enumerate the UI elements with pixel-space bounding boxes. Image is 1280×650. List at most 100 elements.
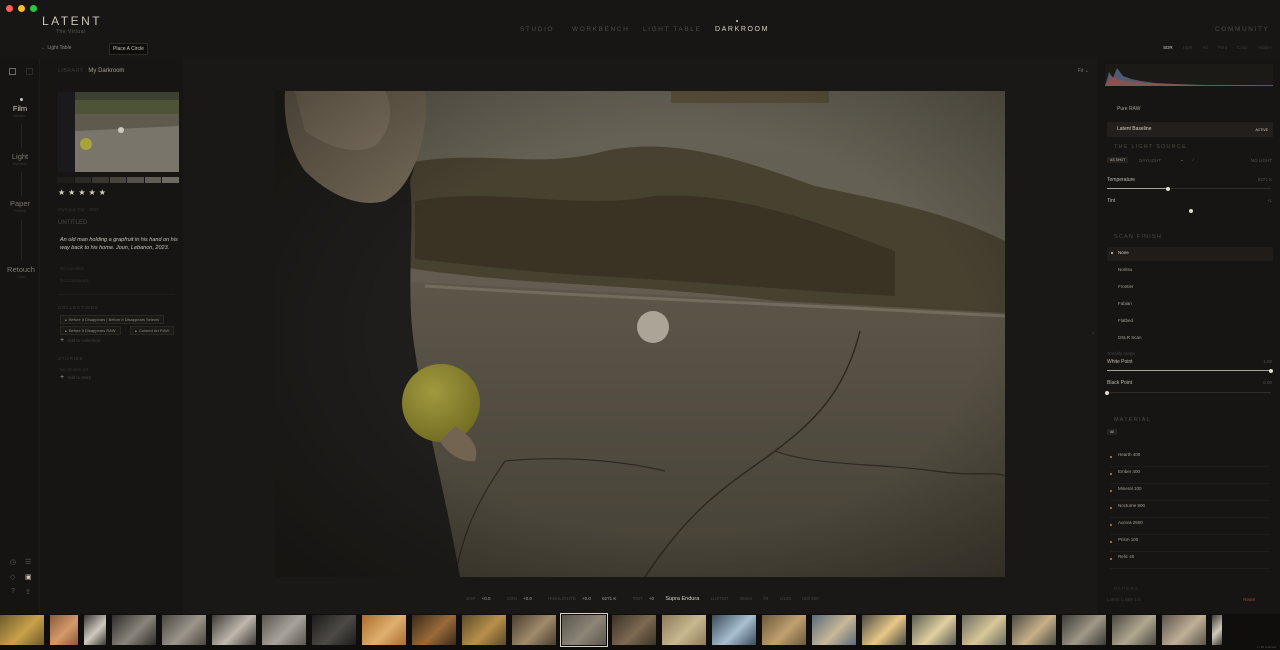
tab-light-table[interactable]: LIGHT TABLE [643,26,701,33]
tint-slider[interactable] [1107,208,1271,213]
filmstrip-thumbnail[interactable] [1162,615,1206,645]
photo-caption[interactable]: An old man holding a grapfruit in his ha… [60,236,180,252]
chevron-down-icon[interactable]: ⌄ [1180,157,1184,163]
scan-option-frontier[interactable]: Frontier [1107,281,1273,295]
view-tab-color[interactable]: Color [1237,45,1248,50]
view-tab-hdr[interactable]: HDR [1183,45,1193,50]
filmstrip-thumbnail[interactable] [412,615,456,645]
tab-community[interactable]: COMMUNITY [1215,26,1269,33]
filmstrip-thumbnail[interactable] [812,615,856,645]
filmstrip-thumbnail[interactable] [312,615,356,645]
material-heading: MATERIAL [1114,417,1151,423]
tag-icon[interactable]: ◇ [10,573,15,581]
filmstrip-thumbnail[interactable] [912,615,956,645]
filmstrip-thumbnail[interactable] [0,615,44,645]
black-point-slider[interactable] [1105,390,1271,395]
filmstrip-thumbnail[interactable] [1112,615,1156,645]
film-stock-item[interactable]: Relic 40 [1110,554,1270,569]
filmstrip-thumbnail[interactable] [560,613,608,647]
filmstrip-icon[interactable]: ▣ [25,573,32,581]
scan-option-flatbed[interactable]: Flatbed [1107,315,1273,329]
rail-connector [21,220,22,260]
library-breadcrumb[interactable]: LIBRARY My Darkroom [58,68,124,74]
rail-item-retouch[interactable]: Retouch Clean [1,265,41,279]
comments-field[interactable]: No Comments [60,278,89,283]
collection-tag[interactable]: Colored Art RAW [130,326,175,335]
material-filter-all[interactable]: All [1107,429,1117,435]
history-icon[interactable]: ◷ [10,558,16,566]
filmstrip-thumbnail[interactable] [762,615,806,645]
filmstrip-thumbnail[interactable] [50,615,78,645]
rail-item-label: Paper [9,199,30,208]
rail-item-light[interactable]: Light Exposure [0,152,40,166]
filmstrip-thumbnail[interactable] [262,615,306,645]
collection-tag[interactable]: Before It Disappears | Before It Disappe… [60,315,165,324]
list-icon[interactable]: ☰ [25,558,31,566]
paper-reset-button[interactable]: Reset [1243,597,1255,602]
scan-option-none[interactable]: None [1107,247,1273,261]
tab-darkroom[interactable]: DARKROOM [715,26,769,33]
close-window-button[interactable] [6,5,13,12]
place-circle-button[interactable]: Place A Circle [109,43,148,55]
filmstrip-thumbnail[interactable] [1062,615,1106,645]
temperature-slider[interactable] [1107,186,1271,191]
zoom-fit-dropdown[interactable]: Fit ⌄ [1078,68,1089,74]
module-rail: Film Medium Light Exposure Paper Printin… [0,58,40,614]
view-tab-alt[interactable]: Alt [1202,45,1207,50]
eyedropper-icon[interactable]: ⁄ [1193,157,1194,162]
location-field[interactable]: No Location [60,266,84,271]
filmstrip-thumbnail[interactable] [962,615,1006,645]
filmstrip-thumbnail[interactable] [1012,615,1056,645]
daylight-option[interactable]: DAYLIGHT [1139,158,1161,163]
filmstrip-thumbnail[interactable] [712,615,756,645]
film-stock-item[interactable]: Mineral 100 [1110,486,1270,501]
as-shot-chip[interactable]: AS SHOT [1107,157,1129,163]
view-tab-hidden[interactable]: Hidden [1258,45,1272,50]
add-collection-link[interactable]: Add to collection [60,337,100,344]
paper-value[interactable]: Latent Luster 1.0 [1107,597,1141,602]
main-photo[interactable] [275,91,1005,577]
light-mode[interactable]: NO LIGHT [1251,158,1272,163]
preset-latent-baseline[interactable]: Latent Baseline ACTIVE [1107,122,1273,137]
filmstrip-thumbnail[interactable] [662,615,706,645]
film-stock-item[interactable]: Aurora 2500 [1110,520,1270,535]
scan-option-fabian[interactable]: Fabian [1107,298,1273,312]
filmstrip-thumbnail[interactable] [462,615,506,645]
collection-tag[interactable]: Before It Disappears RAW [60,326,121,335]
view-tab-print[interactable]: Print [1218,45,1227,50]
film-stock-item[interactable]: Hearth 400 [1110,452,1270,467]
single-view-icon[interactable] [9,68,16,75]
filmstrip-thumbnail[interactable] [862,615,906,645]
filmstrip-thumbnail[interactable] [162,615,206,645]
filmstrip-thumbnail[interactable] [112,615,156,645]
film-stock-item[interactable]: Prism 100 [1110,537,1270,552]
help-icon[interactable]: ? [11,588,15,595]
back-to-light-table-link[interactable]: ← Light Table [41,45,71,51]
share-icon[interactable]: ⇪ [25,588,31,596]
zoom-window-button[interactable] [30,5,37,12]
photo-title[interactable]: UNTITLED [58,220,87,226]
view-tab-sdr[interactable]: SDR [1163,45,1173,50]
filmstrip-thumbnail[interactable] [212,615,256,645]
white-point-slider[interactable] [1107,368,1273,373]
compare-view-icon[interactable] [26,68,33,75]
filmstrip-thumbnail[interactable] [612,615,656,645]
filmstrip-thumbnail[interactable] [512,615,556,645]
chevron-right-icon[interactable]: › [1092,330,1094,337]
scan-option-dslr[interactable]: DSLR Scan [1107,332,1273,346]
tab-workbench[interactable]: WORKBENCH [572,26,629,33]
rail-item-film[interactable]: Film Medium [0,104,40,118]
filmstrip-thumbnail[interactable] [84,615,106,645]
rail-item-paper[interactable]: Paper Printing [0,199,40,213]
filmstrip-thumbnail[interactable] [1212,615,1222,645]
tab-studio[interactable]: STUDIO [520,26,554,33]
minimize-window-button[interactable] [18,5,25,12]
scan-option-noritsu[interactable]: Noritsu [1107,264,1273,278]
preset-pure-raw[interactable]: Pure RAW [1107,102,1273,117]
film-stock-item[interactable]: Ember 400 [1110,469,1270,484]
film-stock-item[interactable]: Nocturne 800 [1110,503,1270,518]
photo-thumbnail[interactable] [57,92,179,172]
filmstrip-thumbnail[interactable] [362,615,406,645]
add-story-link[interactable]: Add to story [60,374,91,381]
star-rating[interactable]: ★★★★★ [58,188,109,197]
